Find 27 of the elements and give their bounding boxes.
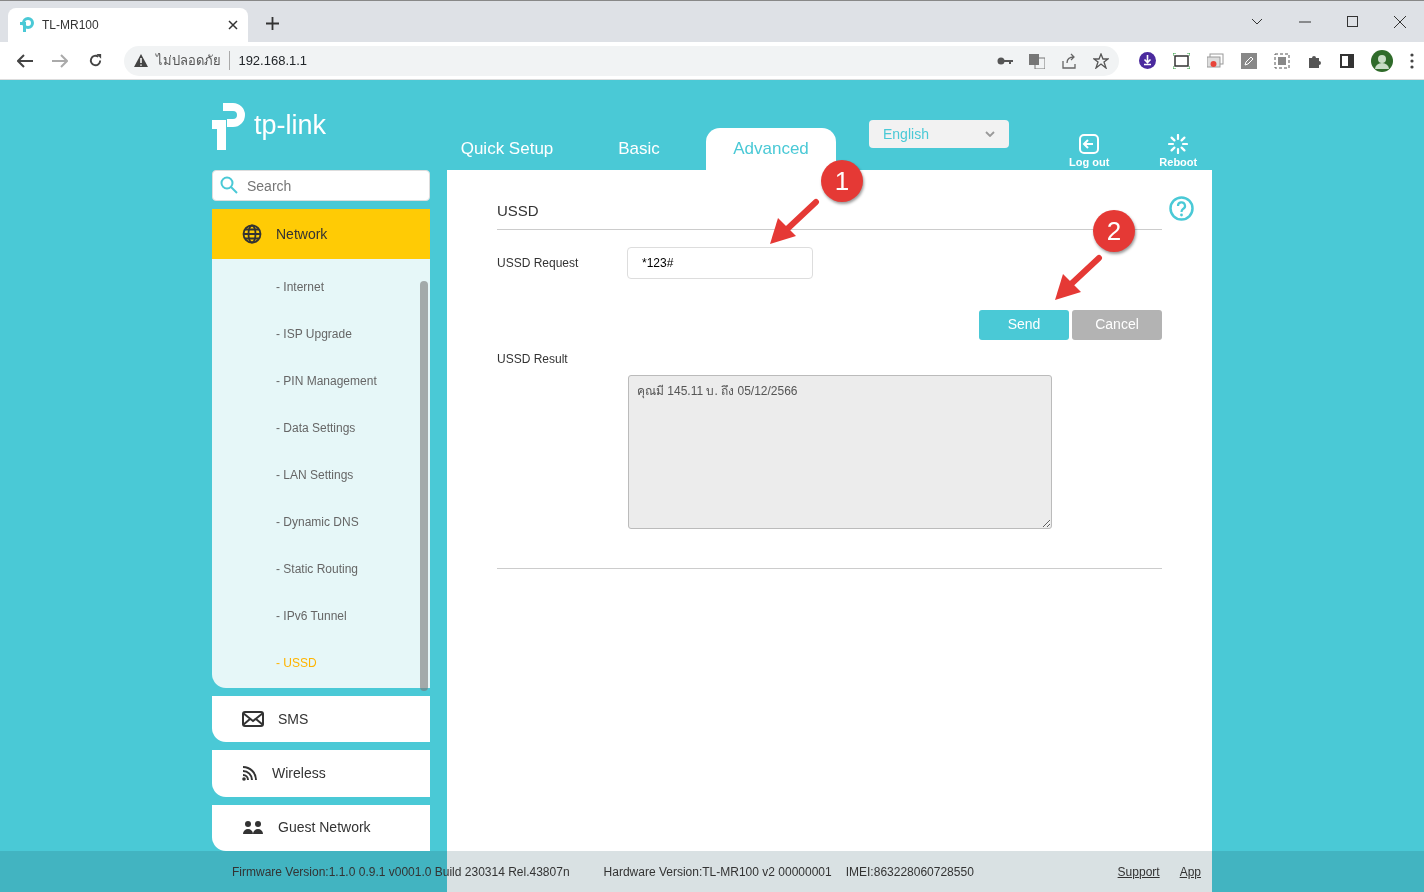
ussd-request-field[interactable]: *123# bbox=[627, 246, 813, 279]
imei-text: IMEI:863228060728550 bbox=[845, 863, 974, 881]
field-label: USSD Result bbox=[497, 350, 569, 368]
footer-link[interactable]: App bbox=[1179, 862, 1201, 881]
browser-tab[interactable]: TL-MR100 bbox=[8, 8, 248, 42]
submenu-item[interactable]: - Dynamic DNS bbox=[212, 498, 430, 545]
hardware-version: Hardware Version:TL-MR100 v2 00000001 bbox=[603, 863, 832, 881]
submenu-item[interactable]: - Internet bbox=[212, 263, 430, 310]
submenu-item[interactable]: - Data Settings bbox=[212, 404, 430, 451]
search-field[interactable]: Search bbox=[212, 170, 430, 201]
submenu-item[interactable]: - Static Routing bbox=[212, 545, 430, 592]
submenu-item[interactable]: - LAN Settings bbox=[212, 451, 430, 498]
footer-link[interactable]: Support bbox=[1117, 862, 1160, 881]
logo-text: tp-link bbox=[254, 108, 327, 142]
tab-title: TL-MR100 bbox=[42, 17, 99, 34]
address-bar[interactable]: ไม่ปลอดภัย 192.168.1.1 bbox=[124, 45, 1119, 76]
url-text: 192.168.1.1 bbox=[238, 51, 308, 70]
security-label: ไม่ปลอดภัย bbox=[156, 50, 231, 71]
menu-item[interactable]: SMS bbox=[212, 696, 430, 743]
menu-item[interactable]: Wireless bbox=[212, 750, 430, 797]
submenu-item[interactable]: - PIN Management bbox=[212, 357, 430, 404]
field-label: USSD Request bbox=[497, 254, 580, 272]
menu-item[interactable]: Network bbox=[212, 209, 430, 259]
submenu-item[interactable]: - IPv6 Tunnel bbox=[212, 592, 430, 639]
menu-item[interactable]: Guest Network bbox=[212, 804, 430, 851]
submenu-item[interactable]: - ISP Upgrade bbox=[212, 310, 430, 357]
ussd-result-field[interactable]: คุณมี 145.11 บ. ถึง 05/12/2566 bbox=[628, 374, 1052, 529]
